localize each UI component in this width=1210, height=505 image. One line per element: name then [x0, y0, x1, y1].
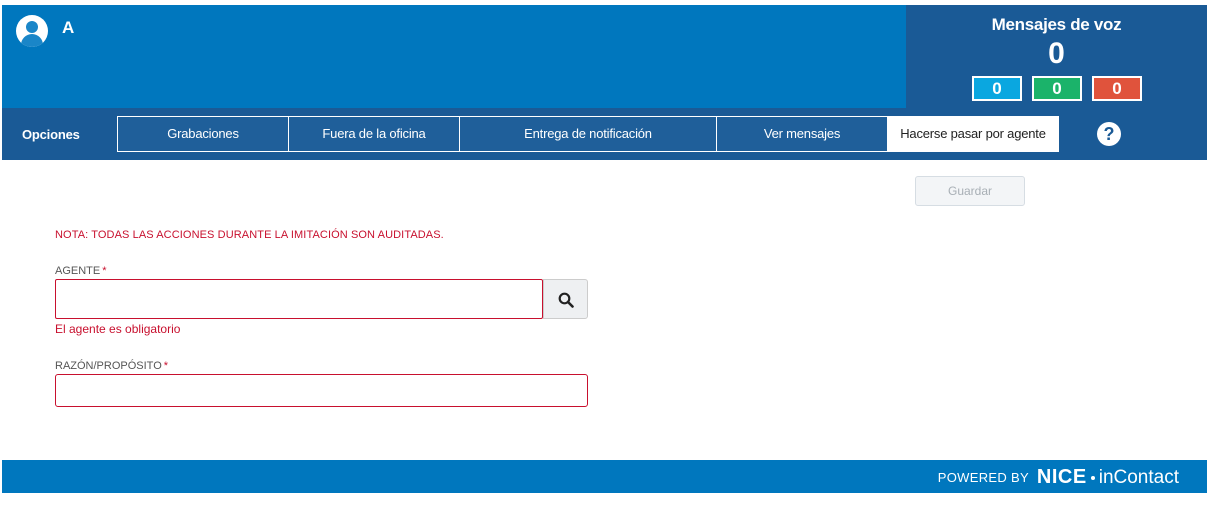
tab-entrega-de-notificacion[interactable]: Entrega de notificación	[459, 116, 717, 152]
help-icon[interactable]: ?	[1097, 122, 1121, 146]
agent-search-button[interactable]	[543, 279, 588, 319]
app-header: A Mensajes de voz 0 0 0 0	[2, 5, 1207, 108]
tab-fuera-de-la-oficina[interactable]: Fuera de la oficina	[288, 116, 460, 152]
required-marker: *	[102, 265, 107, 277]
audit-note: NOTA: TODAS LAS ACCIONES DURANTE LA IMIT…	[55, 229, 444, 241]
save-button[interactable]: Guardar	[915, 176, 1025, 206]
options-label: Opciones	[22, 127, 80, 142]
voicemail-total: 0	[1048, 37, 1065, 70]
reason-field-label: RAZÓN/PROPÓSITO *	[55, 360, 168, 372]
search-icon	[558, 292, 574, 308]
agent-field-label: AGENTE *	[55, 265, 107, 277]
required-marker: *	[163, 360, 169, 372]
voicemail-count-saved[interactable]: 0	[1032, 76, 1082, 101]
powered-by-logo: POWERED BY NICE inContact	[938, 466, 1179, 489]
voicemail-panel: Mensajes de voz 0 0 0 0	[906, 5, 1207, 108]
incontact-logo: inContact	[1098, 466, 1179, 488]
logo-dot-icon	[1090, 475, 1095, 480]
footer-bar: POWERED BY NICE inContact	[2, 460, 1207, 493]
powered-by-text: POWERED BY	[937, 470, 1029, 485]
voicemail-count-urgent[interactable]: 0	[1092, 76, 1142, 101]
reason-label-text: RAZÓN/PROPÓSITO	[55, 360, 162, 372]
voicemail-title: Mensajes de voz	[991, 15, 1122, 34]
agent-label-text: AGENTE	[55, 265, 101, 277]
voicemail-count-new[interactable]: 0	[972, 76, 1022, 101]
tab-ver-mensajes[interactable]: Ver mensajes	[716, 116, 888, 152]
tab-hacerse-pasar-por-agente[interactable]: Hacerse pasar por agente	[887, 116, 1059, 152]
user-avatar-icon[interactable]	[16, 15, 48, 47]
reason-input[interactable]	[55, 374, 588, 407]
tab-grabaciones[interactable]: Grabaciones	[117, 116, 289, 152]
options-navbar: Opciones Grabaciones Fuera de la oficina…	[2, 108, 1207, 160]
agent-input[interactable]	[55, 279, 543, 319]
nice-logo: NICE	[1036, 466, 1087, 488]
agent-name: A	[62, 18, 75, 37]
agent-error-message: El agente es obligatorio	[55, 322, 181, 336]
